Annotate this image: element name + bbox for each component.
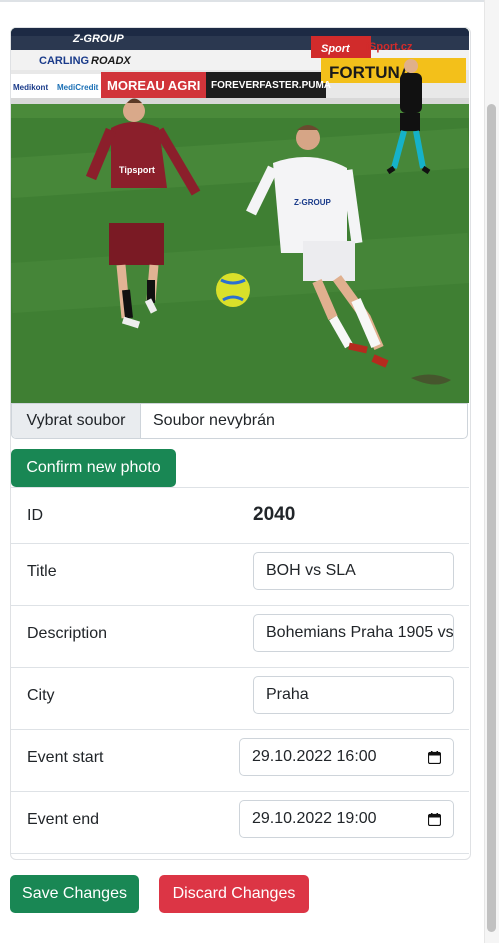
jersey-text: Z-GROUP <box>294 198 332 207</box>
ad-text: FORTUNA <box>329 63 412 82</box>
ad-text: Sport <box>321 43 351 55</box>
ad-text: MOREAU AGRI <box>107 78 200 93</box>
id-value: 2040 <box>253 504 296 525</box>
table-row-event-start: Event start 29.10.2022 16:00 <box>11 730 469 792</box>
ad-text: MediCredit <box>57 83 99 92</box>
table-row-event-end: Event end 29.10.2022 19:00 <box>11 792 469 854</box>
event-details-table: ID 2040 Title BOH vs SLA Description Boh… <box>11 487 469 854</box>
choose-file-button[interactable]: Vybrat soubor <box>12 404 141 438</box>
event-end-label: Event end <box>27 811 100 828</box>
ad-text: Medikont <box>13 83 48 92</box>
photo-file-input[interactable]: Vybrat soubor Soubor nevybrán <box>11 403 468 439</box>
ad-text: CARLING <box>39 55 89 67</box>
title-label: Title <box>27 563 57 580</box>
event-start-input[interactable]: 29.10.2022 16:00 <box>239 738 454 776</box>
description-label: Description <box>27 625 108 642</box>
calendar-icon[interactable] <box>428 750 441 764</box>
ad-text: FOREVERFASTER.PUMA <box>211 80 331 91</box>
ad-text: Z-GROUP <box>72 33 124 45</box>
table-row-id: ID 2040 <box>11 488 469 544</box>
file-status-text: Soubor nevybrán <box>153 412 275 429</box>
city-input[interactable]: Praha <box>253 676 454 714</box>
id-label: ID <box>27 507 43 524</box>
event-photo: Z-GROUP CARLING ROADX MOREAU AGRI FOREVE… <box>11 28 469 403</box>
description-input[interactable]: Bohemians Praha 1905 vs Slovácko <box>253 614 454 652</box>
table-row-title: Title BOH vs SLA <box>11 544 469 606</box>
ad-text: iSport.cz <box>366 41 413 53</box>
event-start-label: Event start <box>27 749 104 766</box>
calendar-icon[interactable] <box>428 812 441 826</box>
event-end-value: 29.10.2022 19:00 <box>252 810 377 827</box>
event-end-input[interactable]: 29.10.2022 19:00 <box>239 800 454 838</box>
confirm-photo-button[interactable]: Confirm new photo <box>11 449 176 487</box>
jersey-text: Tipsport <box>119 165 155 175</box>
save-changes-button[interactable]: Save Changes <box>10 875 139 913</box>
scrollbar-thumb[interactable] <box>487 104 496 932</box>
city-label: City <box>27 687 55 704</box>
event-start-value: 29.10.2022 16:00 <box>252 748 377 765</box>
title-input[interactable]: BOH vs SLA <box>253 552 454 590</box>
table-row-description: Description Bohemians Praha 1905 vs Slov… <box>11 606 469 668</box>
discard-changes-button[interactable]: Discard Changes <box>159 875 309 913</box>
top-border <box>0 0 499 2</box>
ad-text: ROADX <box>91 55 131 67</box>
table-row-city: City Praha <box>11 668 469 730</box>
